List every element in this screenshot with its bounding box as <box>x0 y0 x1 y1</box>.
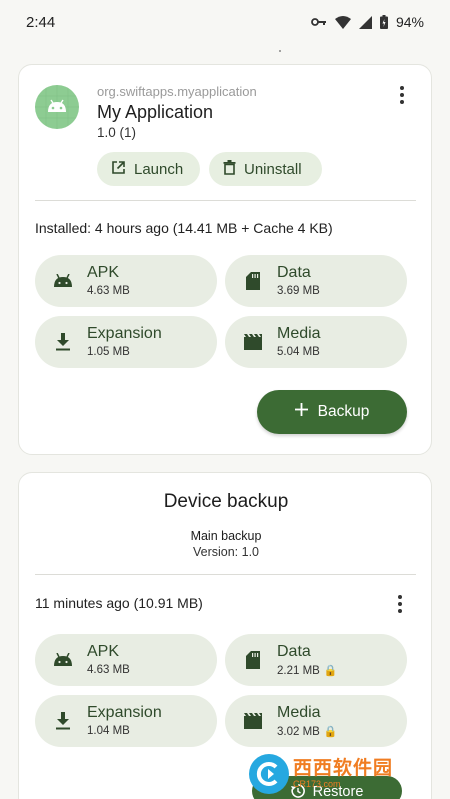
lock-icon: 🔒 <box>323 665 338 677</box>
sd-card-icon <box>243 650 263 670</box>
tile-size: 4.63 MB <box>87 664 130 676</box>
launch-label: Launch <box>134 160 184 178</box>
tile-label: APK <box>87 264 120 281</box>
watermark-brand: 西西软件园 <box>293 758 394 779</box>
device-backup-title: Device backup <box>163 491 289 512</box>
backup-apk-tile[interactable]: APK 4.63 MB <box>35 634 217 686</box>
download-icon <box>53 711 73 731</box>
app-version: 1.0 (1) <box>97 125 137 140</box>
vpn-key-icon <box>311 17 327 27</box>
lock-icon: 🔒 <box>323 726 338 738</box>
plus-icon <box>294 403 308 421</box>
backup-media-tile[interactable]: Media 3.02 MB 🔒 <box>225 695 407 747</box>
uninstall-button[interactable]: Uninstall <box>209 152 322 186</box>
more-options-icon[interactable] <box>390 80 414 110</box>
watermark-url: CR173.com <box>293 779 341 789</box>
backup-data-tile[interactable]: Data 2.21 MB 🔒 <box>225 634 407 686</box>
watermark-logo: 西西软件园 CR173.com <box>249 752 431 796</box>
uninstall-label: Uninstall <box>244 160 302 178</box>
android-icon <box>53 271 73 291</box>
tile-size: 3.69 MB <box>277 285 320 297</box>
tile-size: 3.02 MB 🔒 <box>277 725 338 739</box>
tile-size: 5.04 MB <box>277 346 320 358</box>
backup-button[interactable]: Backup <box>257 390 407 434</box>
backup-time: 11 minutes ago (10.91 MB) <box>35 595 203 611</box>
status-icons: 94% <box>311 14 424 30</box>
tile-size: 4.63 MB <box>87 285 130 297</box>
launch-button[interactable]: Launch <box>97 152 200 186</box>
battery-icon <box>379 15 388 29</box>
backup-name: Main backup <box>190 529 262 543</box>
tile-label: Expansion <box>87 325 162 342</box>
wifi-icon <box>334 15 351 29</box>
backup-more-options-icon[interactable] <box>388 589 412 619</box>
android-icon <box>53 650 73 670</box>
expansion-tile[interactable]: Expansion 1.05 MB <box>35 316 217 368</box>
status-bar: 2:44 94% <box>0 0 450 44</box>
package-name: org.swiftapps.myapplication <box>97 84 257 99</box>
watermark-badge <box>249 754 289 794</box>
backup-version: Version: 1.0 <box>192 545 259 559</box>
trash-icon <box>223 159 236 179</box>
download-icon <box>53 332 73 352</box>
app-icon <box>35 85 79 129</box>
divider <box>35 574 416 575</box>
divider <box>35 200 416 201</box>
open-in-new-icon <box>111 160 126 179</box>
media-tile[interactable]: Media 5.04 MB <box>225 316 407 368</box>
tile-label: APK <box>87 643 120 660</box>
tile-size: 1.04 MB <box>87 725 130 737</box>
tile-label: Data <box>277 264 311 281</box>
signal-icon <box>358 15 372 29</box>
tile-label: Data <box>277 643 311 660</box>
tile-label: Media <box>277 325 321 342</box>
backup-expansion-tile[interactable]: Expansion 1.04 MB <box>35 695 217 747</box>
movie-icon <box>243 711 263 731</box>
device-backup-card: Device backup Main backup Version: 1.0 1… <box>18 472 432 799</box>
backup-label: Backup <box>317 403 370 420</box>
movie-icon <box>243 332 263 352</box>
app-info-card: org.swiftapps.myapplication My Applicati… <box>18 64 432 455</box>
apk-tile[interactable]: APK 4.63 MB <box>35 255 217 307</box>
sd-card-icon <box>243 271 263 291</box>
status-time: 2:44 <box>26 13 56 31</box>
battery-percent: 94% <box>395 14 424 30</box>
tile-label: Expansion <box>87 704 162 721</box>
tile-size: 1.05 MB <box>87 346 130 358</box>
app-name: My Application <box>97 102 214 122</box>
tile-size: 2.21 MB 🔒 <box>277 664 338 678</box>
scroll-indicator <box>279 50 281 52</box>
installed-info: Installed: 4 hours ago (14.41 MB + Cache… <box>35 220 333 236</box>
tile-label: Media <box>277 704 321 721</box>
data-tile[interactable]: Data 3.69 MB <box>225 255 407 307</box>
